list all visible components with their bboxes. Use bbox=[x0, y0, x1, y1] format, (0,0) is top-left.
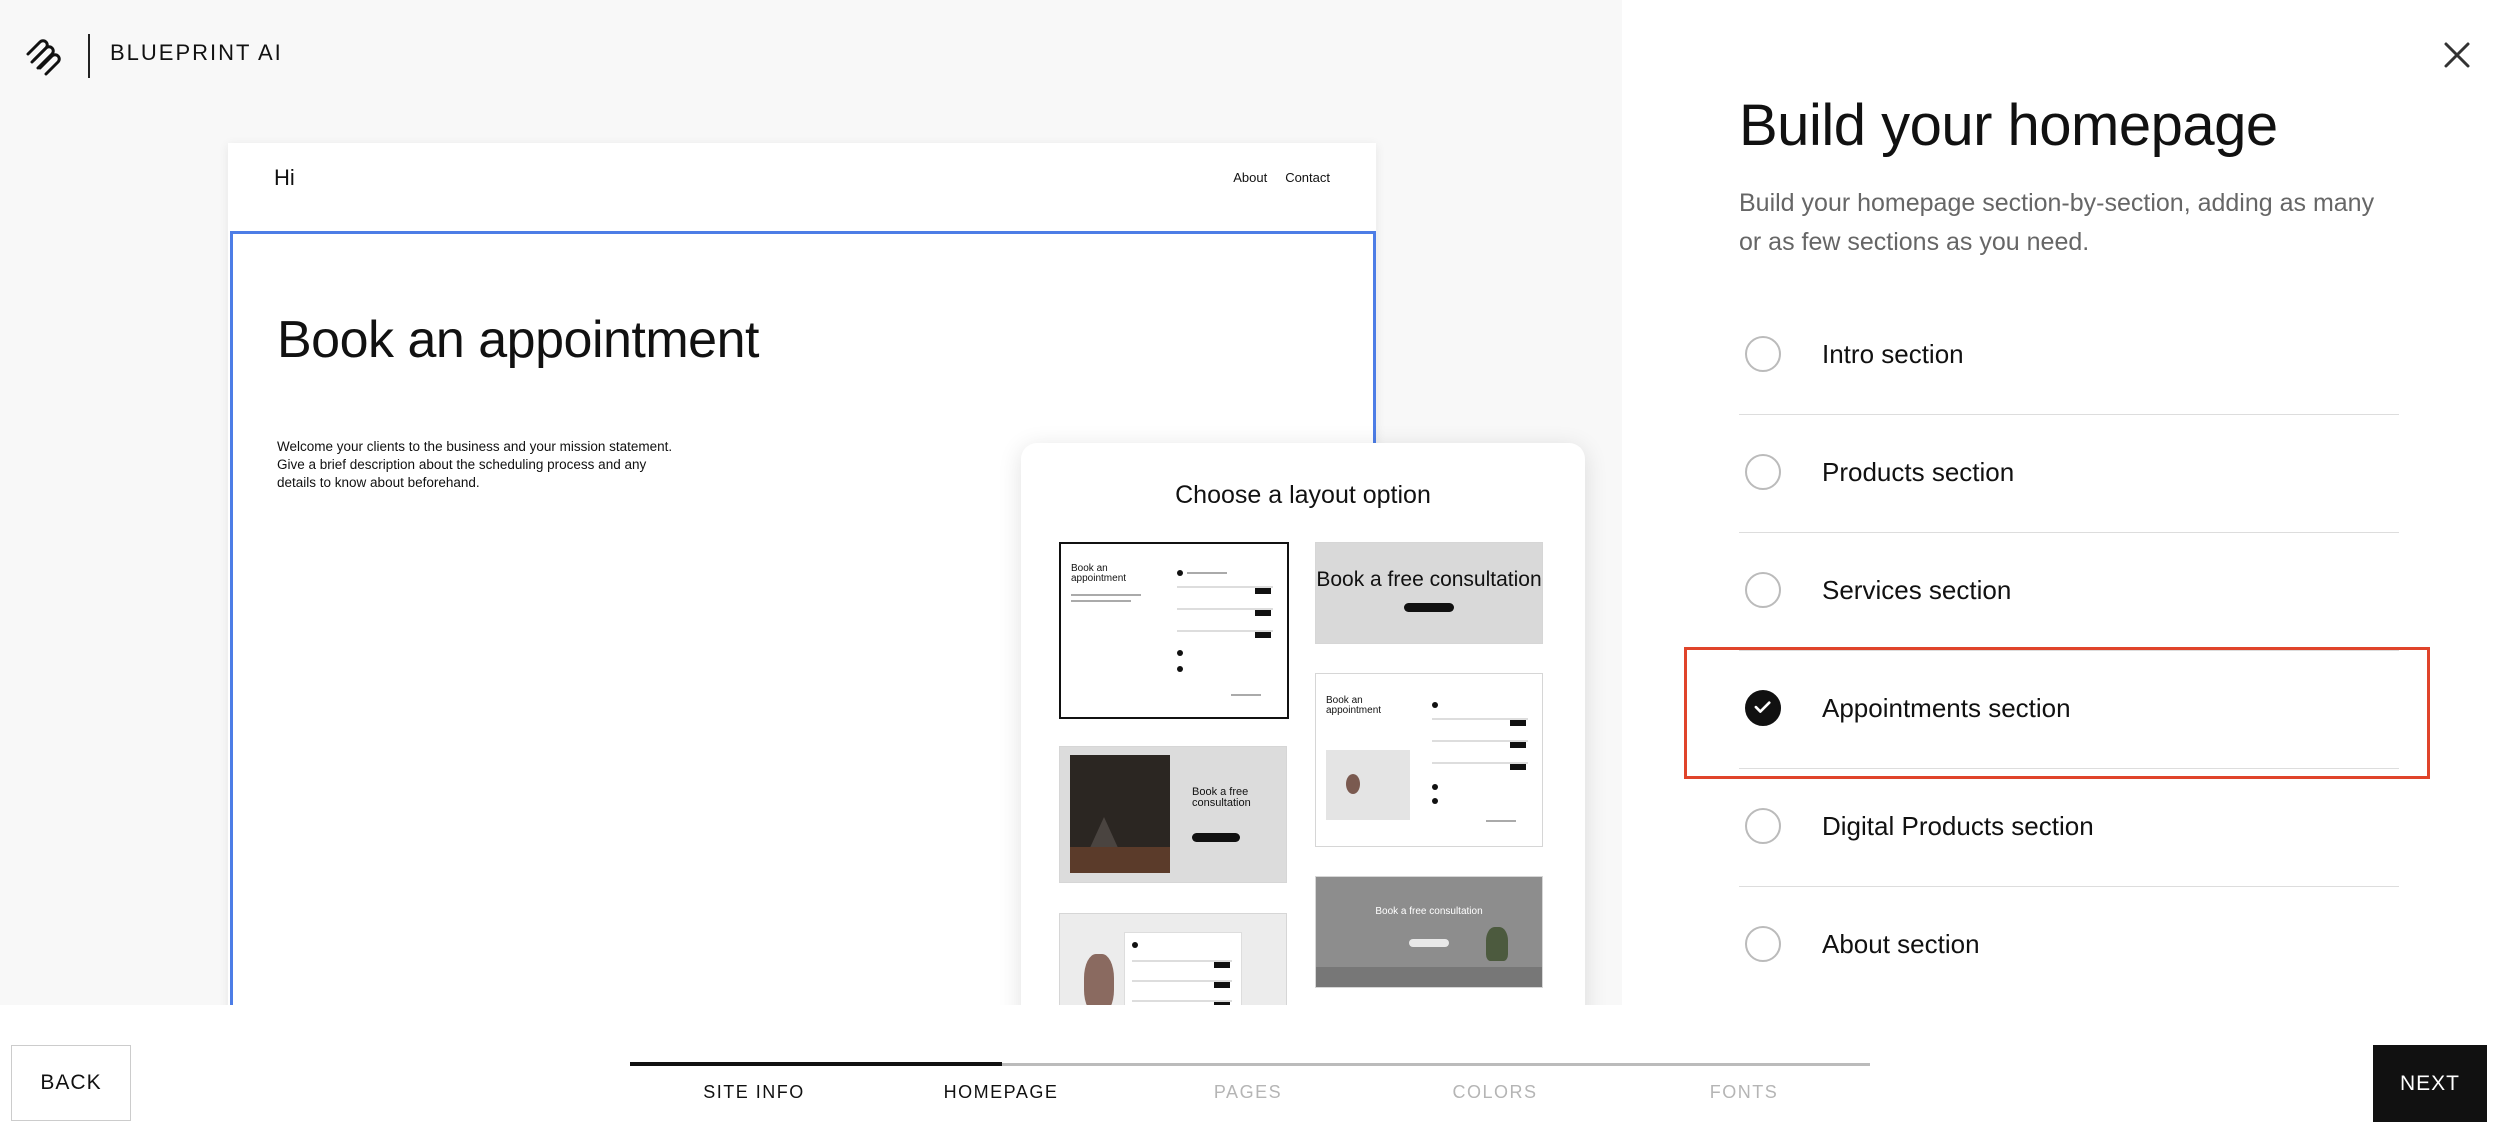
option-about-section[interactable]: About section bbox=[1739, 887, 2399, 1005]
option-label: Intro section bbox=[1822, 339, 1964, 369]
preview-navbar: Hi About Contact bbox=[228, 143, 1376, 231]
preview-site-title: Hi bbox=[274, 165, 295, 190]
layout-option-2-title: Book a free consultation bbox=[1316, 568, 1542, 591]
radio-unchecked[interactable] bbox=[1745, 926, 1781, 962]
panel-title: Build your homepage bbox=[1739, 93, 2278, 158]
layout-option-5[interactable]: Book a free consultation bbox=[1315, 876, 1543, 988]
layout-option-3-title: Book a free consultation bbox=[1192, 786, 1251, 809]
layout-option-4-title: Book an appointment bbox=[1326, 695, 1382, 716]
option-services-section[interactable]: Services section bbox=[1739, 533, 2399, 651]
brand-name: BLUEPRINT AI bbox=[110, 40, 283, 65]
layout-option-3[interactable]: Book a free consultation bbox=[1059, 746, 1287, 883]
brand-divider bbox=[88, 34, 90, 78]
layout-option-2[interactable]: Book a free consultation bbox=[1315, 542, 1543, 644]
preview-section-title: Book an appointment bbox=[277, 311, 759, 369]
step-homepage[interactable]: HOMEPAGE bbox=[877, 1082, 1125, 1103]
selection-highlight bbox=[1684, 647, 2430, 779]
radio-unchecked[interactable] bbox=[1745, 572, 1781, 608]
progress-fill bbox=[630, 1062, 1002, 1066]
preview-nav-links: About Contact bbox=[1233, 170, 1330, 185]
wizard-footer bbox=[0, 1005, 2500, 1145]
back-button[interactable]: BACK bbox=[11, 1045, 131, 1121]
panel-description: Build your homepage section-by-section, … bbox=[1739, 189, 2375, 256]
option-digital-products-section[interactable]: Digital Products section bbox=[1739, 769, 2399, 887]
preview-nav-about[interactable]: About bbox=[1233, 170, 1267, 185]
option-intro-section[interactable]: Intro section bbox=[1739, 297, 2399, 415]
option-label: Products section bbox=[1822, 457, 2015, 487]
layout-option-5-title: Book a free consultation bbox=[1375, 906, 1483, 917]
option-label: Digital Products section bbox=[1822, 811, 2094, 841]
radio-unchecked[interactable] bbox=[1745, 808, 1781, 844]
layout-option-1[interactable]: Book an appointment bbox=[1059, 542, 1289, 719]
next-button[interactable]: NEXT bbox=[2373, 1045, 2487, 1122]
step-colors[interactable]: COLORS bbox=[1371, 1082, 1619, 1103]
preview-section-description: Welcome your clients to the business and… bbox=[277, 439, 673, 490]
step-fonts[interactable]: FONTS bbox=[1620, 1082, 1868, 1103]
radio-unchecked[interactable] bbox=[1745, 336, 1781, 372]
layout-option-4[interactable]: Book an appointment bbox=[1315, 673, 1543, 847]
preview-nav-contact[interactable]: Contact bbox=[1285, 170, 1330, 185]
website-preview: Hi About Contact Book an appointment Wel… bbox=[228, 143, 1585, 1145]
radio-unchecked[interactable] bbox=[1745, 454, 1781, 490]
brand-logo-icon bbox=[26, 39, 61, 76]
option-label: Services section bbox=[1822, 575, 2012, 605]
option-products-section[interactable]: Products section bbox=[1739, 415, 2399, 533]
close-icon[interactable] bbox=[2440, 38, 2474, 72]
option-label: About section bbox=[1822, 929, 1980, 959]
step-pages[interactable]: PAGES bbox=[1124, 1082, 1372, 1103]
step-site-info[interactable]: SITE INFO bbox=[630, 1082, 878, 1103]
layout-option-1-title: Book an appointment bbox=[1071, 563, 1127, 584]
layout-picker-title: Choose a layout option bbox=[1175, 481, 1431, 509]
